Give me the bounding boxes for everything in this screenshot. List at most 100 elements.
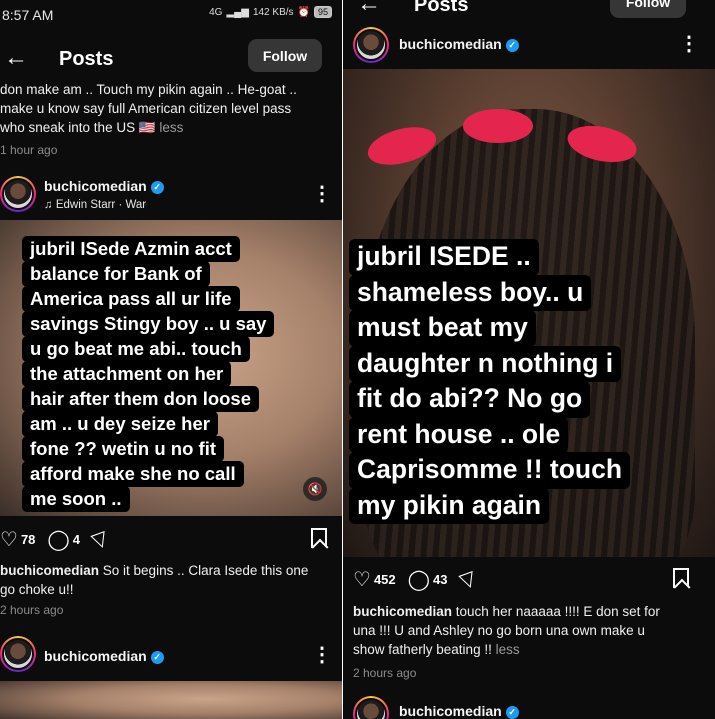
network-type: 4G xyxy=(209,6,223,18)
verified-badge-icon: ✓ xyxy=(150,181,164,194)
overlay-line: afford make she no call xyxy=(22,461,244,487)
overlay-line: balance for Bank of xyxy=(22,261,210,287)
caption-line: buchicomedian touch her naaaaa !!!! E do… xyxy=(353,602,715,621)
overlay-line: jubril ISede Azmin acct xyxy=(22,236,240,262)
post-caption: buchicomedian touch her naaaaa !!!! E do… xyxy=(353,602,715,659)
caption-line: make u know say full American citizen le… xyxy=(0,101,292,116)
caption-line: buchicomedian So it begins .. Clara Ised… xyxy=(0,561,342,580)
overlay-line: hair after them don loose xyxy=(22,386,260,412)
post-actions: ♡ 78 ◯ 4 ▽ xyxy=(0,527,111,553)
status-bar: 8:57 AM 4G ▂▄▆ 142 KB/s ⏰ 95 xyxy=(0,0,342,30)
username-text[interactable]: buchicomedian xyxy=(44,648,147,664)
post-username[interactable]: buchicomedian ✓ xyxy=(399,703,519,719)
next-post-media[interactable] xyxy=(0,681,342,719)
username-text[interactable]: buchicomedian xyxy=(399,703,502,719)
caption-username[interactable]: buchicomedian xyxy=(353,604,452,619)
post-timestamp: 2 hours ago xyxy=(0,603,64,617)
caption-line: go choke u!! xyxy=(0,582,74,597)
post-username[interactable]: buchicomedian ✓ xyxy=(44,648,164,664)
caption-username[interactable]: buchicomedian xyxy=(0,563,99,578)
page-header: ← Posts Follow xyxy=(343,0,715,26)
save-bookmark-icon[interactable] xyxy=(311,528,327,548)
overlay-line: me soon .. xyxy=(22,486,130,512)
left-screenshot: 8:57 AM 4G ▂▄▆ 142 KB/s ⏰ 95 ← Posts Fol… xyxy=(0,0,342,719)
like-heart-icon[interactable]: ♡ xyxy=(353,567,371,592)
avatar[interactable] xyxy=(353,696,389,719)
save-bookmark-icon[interactable] xyxy=(673,568,689,588)
arrow-left-icon[interactable]: ← xyxy=(4,44,28,72)
arrow-left-icon[interactable]: ← xyxy=(357,0,381,18)
like-heart-icon[interactable]: ♡ xyxy=(0,527,18,552)
verified-badge-icon: ✓ xyxy=(505,706,519,719)
overlay-line: rent house .. ole xyxy=(349,416,569,453)
right-screenshot: ← Posts Follow buchicomedian ✓ ⋮ jubril I… xyxy=(343,0,715,719)
post-timestamp: 1 hour ago xyxy=(0,143,58,157)
post-media[interactable]: jubril ISede Azmin acct balance for Bank… xyxy=(0,220,342,516)
previous-post-caption: don make am .. Touch my pikin again .. H… xyxy=(0,80,342,137)
more-options-icon[interactable]: ⋮ xyxy=(312,645,332,665)
username-text[interactable]: buchicomedian xyxy=(44,178,147,194)
share-icon[interactable]: ▽ xyxy=(456,565,479,594)
page-title: Posts xyxy=(414,0,469,16)
post-actions: ♡ 452 ◯ 43 ▽ xyxy=(353,567,478,593)
share-icon[interactable]: ▽ xyxy=(88,525,111,554)
comment-count[interactable]: 43 xyxy=(433,572,447,587)
post-username[interactable]: buchicomedian ✓ xyxy=(399,36,519,52)
music-attribution[interactable]: ♫ Edwin Starr · War xyxy=(44,199,146,211)
status-time: 8:57 AM xyxy=(2,7,54,23)
overlay-line: my pikin again xyxy=(349,487,550,524)
caption-text: touch her naaaaa !!!! E don set for xyxy=(455,604,660,619)
username-text[interactable]: buchicomedian xyxy=(399,36,502,52)
caption-text: show fatherly beating !! xyxy=(353,642,492,657)
less-link[interactable]: less xyxy=(159,120,183,135)
avatar[interactable] xyxy=(353,27,389,63)
comment-count[interactable]: 4 xyxy=(73,532,80,547)
like-count[interactable]: 452 xyxy=(374,572,396,587)
caption-line: don make am .. Touch my pikin again .. H… xyxy=(0,82,297,97)
post-timestamp: 2 hours ago xyxy=(353,666,417,680)
overlay-line: daughter n nothing i xyxy=(349,345,622,382)
overlay-line: Caprisomme !! touch xyxy=(349,452,631,489)
status-icons: 4G ▂▄▆ 142 KB/s ⏰ 95 xyxy=(209,6,332,18)
caption-line: show fatherly beating !! less xyxy=(353,640,715,659)
post-username[interactable]: buchicomedian ✓ xyxy=(44,178,164,194)
like-count[interactable]: 78 xyxy=(21,532,35,547)
post-media[interactable]: jubril ISEDE .. shameless boy.. u must b… xyxy=(343,69,715,557)
page-header: ← Posts Follow xyxy=(0,36,342,80)
data-speed: 142 KB/s xyxy=(252,6,294,18)
caption-text: who sneak into the US 🇺🇸 xyxy=(0,120,156,135)
battery-level: 95 xyxy=(313,6,332,18)
verified-badge-icon: ✓ xyxy=(150,651,164,664)
overlay-line: u go beat me abi.. touch xyxy=(22,336,250,362)
overlay-line: the attachment on her xyxy=(22,361,232,387)
music-title[interactable]: Edwin Starr · War xyxy=(56,199,146,211)
follow-button[interactable]: Follow xyxy=(248,39,322,72)
more-options-icon[interactable]: ⋮ xyxy=(679,34,699,54)
verified-badge-icon: ✓ xyxy=(505,39,519,52)
page-title: Posts xyxy=(59,48,114,70)
overlay-line: fit do abi?? No go xyxy=(349,381,591,418)
signal-icon: ▂▄▆ xyxy=(226,6,249,18)
alarm-icon: ⏰ xyxy=(297,6,310,18)
music-note-icon: ♫ xyxy=(44,199,53,211)
follow-button[interactable]: Follow xyxy=(610,0,686,18)
mute-icon[interactable]: 🔇 xyxy=(303,477,327,501)
caption-text: So it begins .. Clara Isede this one xyxy=(102,563,309,578)
text-overlay: jubril ISede Azmin acct balance for Bank… xyxy=(22,236,275,512)
avatar[interactable] xyxy=(0,176,36,212)
comment-icon[interactable]: ◯ xyxy=(47,527,69,552)
caption-line: who sneak into the US 🇺🇸 less xyxy=(0,118,342,137)
overlay-line: jubril ISEDE .. xyxy=(349,239,539,276)
overlay-line: must beat my xyxy=(349,310,536,347)
overlay-line: shameless boy.. u xyxy=(349,274,592,311)
more-options-icon[interactable]: ⋮ xyxy=(312,184,332,204)
less-link[interactable]: less xyxy=(496,642,520,657)
overlay-line: fone ?? wetin u no fit xyxy=(22,436,224,462)
overlay-line: America pass all ur life xyxy=(22,286,240,312)
caption-line: una !!! U and Ashley no go born una own … xyxy=(353,623,645,638)
post-caption: buchicomedian So it begins .. Clara Ised… xyxy=(0,561,342,599)
text-overlay: jubril ISEDE .. shameless boy.. u must b… xyxy=(349,239,631,524)
comment-icon[interactable]: ◯ xyxy=(408,567,430,592)
avatar[interactable] xyxy=(0,636,36,672)
overlay-line: am .. u dey seize her xyxy=(22,411,218,437)
